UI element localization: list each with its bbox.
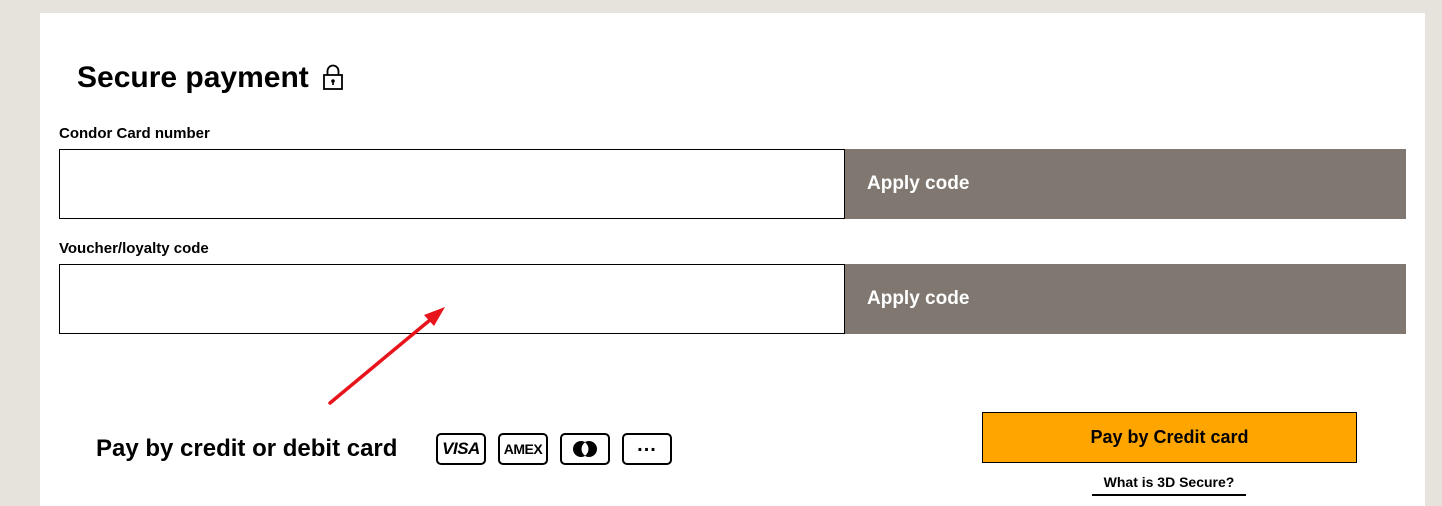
mastercard-logo (560, 433, 610, 465)
voucher-apply-button[interactable]: Apply code (845, 264, 1406, 334)
lock-icon (322, 62, 344, 90)
card-logos: VISA AMEX ... (436, 433, 672, 465)
visa-logo: VISA (436, 433, 486, 465)
condor-card-label: Condor Card number (59, 125, 210, 142)
voucher-label: Voucher/loyalty code (59, 240, 209, 257)
more-cards-icon: ... (622, 433, 672, 465)
page-title: Secure payment (77, 58, 344, 98)
condor-card-row: Apply code (59, 149, 1406, 219)
pay-by-card-title: Pay by credit or debit card (96, 435, 398, 462)
amex-logo: AMEX (498, 433, 548, 465)
pay-by-credit-card-button[interactable]: Pay by Credit card (982, 412, 1357, 463)
voucher-input[interactable] (59, 264, 845, 334)
voucher-row: Apply code (59, 264, 1406, 334)
condor-card-input[interactable] (59, 149, 845, 219)
condor-card-apply-button[interactable]: Apply code (845, 149, 1406, 219)
what-is-3d-secure-link[interactable]: What is 3D Secure? (1092, 473, 1246, 496)
payment-panel: Secure payment Condor Card number Apply … (40, 13, 1425, 506)
page-title-text: Secure payment (77, 61, 309, 94)
